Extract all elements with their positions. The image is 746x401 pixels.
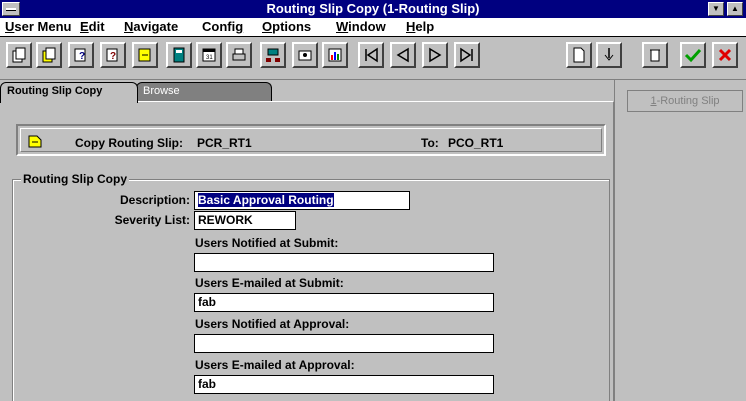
menu-user-menu[interactable]: User Menu	[5, 19, 71, 34]
calendar-icon[interactable]: 31	[196, 42, 222, 68]
query-run-icon[interactable]	[132, 42, 158, 68]
svg-text:?: ?	[79, 51, 85, 62]
menu-edit[interactable]: Edit	[80, 19, 105, 34]
last-record-icon[interactable]	[454, 42, 480, 68]
group-title: Routing Slip Copy	[21, 172, 129, 186]
users-notified-approval-field[interactable]	[194, 334, 494, 353]
clipboard-icon[interactable]	[292, 42, 318, 68]
copy-routing-slip-label: Copy Routing Slip:	[75, 136, 183, 150]
tab-browse[interactable]: Browse	[136, 82, 272, 102]
users-emailed-submit-field[interactable]: fab	[194, 293, 494, 312]
copy-routing-slip-value: PCR_RT1	[197, 136, 252, 150]
toolbar: ? ? 31	[0, 38, 746, 80]
severity-list-field[interactable]: REWORK	[194, 211, 296, 230]
svg-text:?: ?	[110, 51, 116, 62]
previous-record-icon[interactable]	[390, 42, 416, 68]
right-panel: 1-Routing Slip	[614, 80, 746, 401]
description-label: Description:	[119, 193, 190, 207]
minimize-icon[interactable]: ▼	[708, 2, 724, 16]
users-emailed-approval-label: Users E-mailed at Approval:	[195, 358, 355, 372]
svg-text:31: 31	[206, 55, 213, 61]
menu-bar: User Menu Edit Navigate Config Options W…	[0, 18, 746, 37]
form-area: Copy Routing Slip: PCR_RT1 To: PCO_RT1 R…	[0, 101, 614, 401]
tab-strip: Routing Slip Copy Browse	[0, 80, 614, 103]
query-icon[interactable]: ?	[68, 42, 94, 68]
routing-slip-button[interactable]: 1-Routing Slip	[627, 90, 743, 112]
menu-help[interactable]: Help	[406, 19, 434, 34]
title-bar: Routing Slip Copy (1-Routing Slip) ▼ ▲	[0, 0, 746, 18]
print-icon[interactable]	[226, 42, 252, 68]
menu-navigate[interactable]: Navigate	[124, 19, 178, 34]
next-record-icon[interactable]	[422, 42, 448, 68]
copy-header-panel: Copy Routing Slip: PCR_RT1 To: PCO_RT1	[16, 124, 606, 156]
query-edit-icon[interactable]: ?	[100, 42, 126, 68]
to-value: PCO_RT1	[448, 136, 504, 150]
copy-document-icon[interactable]	[6, 42, 32, 68]
window-title: Routing Slip Copy (1-Routing Slip)	[266, 1, 480, 16]
delete-record-icon[interactable]	[642, 42, 668, 68]
menu-window[interactable]: Window	[336, 19, 386, 34]
severity-list-label: Severity List:	[114, 213, 190, 227]
chart-icon[interactable]	[322, 42, 348, 68]
users-emailed-submit-label: Users E-mailed at Submit:	[195, 276, 344, 290]
description-value: Basic Approval Routing	[198, 193, 334, 207]
accept-icon[interactable]	[680, 42, 706, 68]
insert-record-icon[interactable]	[596, 42, 622, 68]
cancel-icon[interactable]	[712, 42, 738, 68]
description-field[interactable]: Basic Approval Routing	[194, 191, 410, 210]
network-icon[interactable]	[260, 42, 286, 68]
menu-config[interactable]: Config	[202, 19, 243, 34]
tab-routing-slip-copy[interactable]: Routing Slip Copy	[0, 82, 138, 103]
users-notified-approval-label: Users Notified at Approval:	[195, 317, 350, 331]
maximize-icon[interactable]: ▲	[727, 2, 743, 16]
users-notified-submit-label: Users Notified at Submit:	[195, 236, 339, 250]
to-label: To:	[421, 136, 439, 150]
users-notified-submit-field[interactable]	[194, 253, 494, 272]
menu-options[interactable]: Options	[262, 19, 311, 34]
first-record-icon[interactable]	[358, 42, 384, 68]
users-emailed-approval-field[interactable]: fab	[194, 375, 494, 394]
copy-record-icon[interactable]	[36, 42, 62, 68]
new-record-icon[interactable]	[566, 42, 592, 68]
calculator-icon[interactable]	[166, 42, 192, 68]
routing-slip-icon	[27, 133, 45, 152]
